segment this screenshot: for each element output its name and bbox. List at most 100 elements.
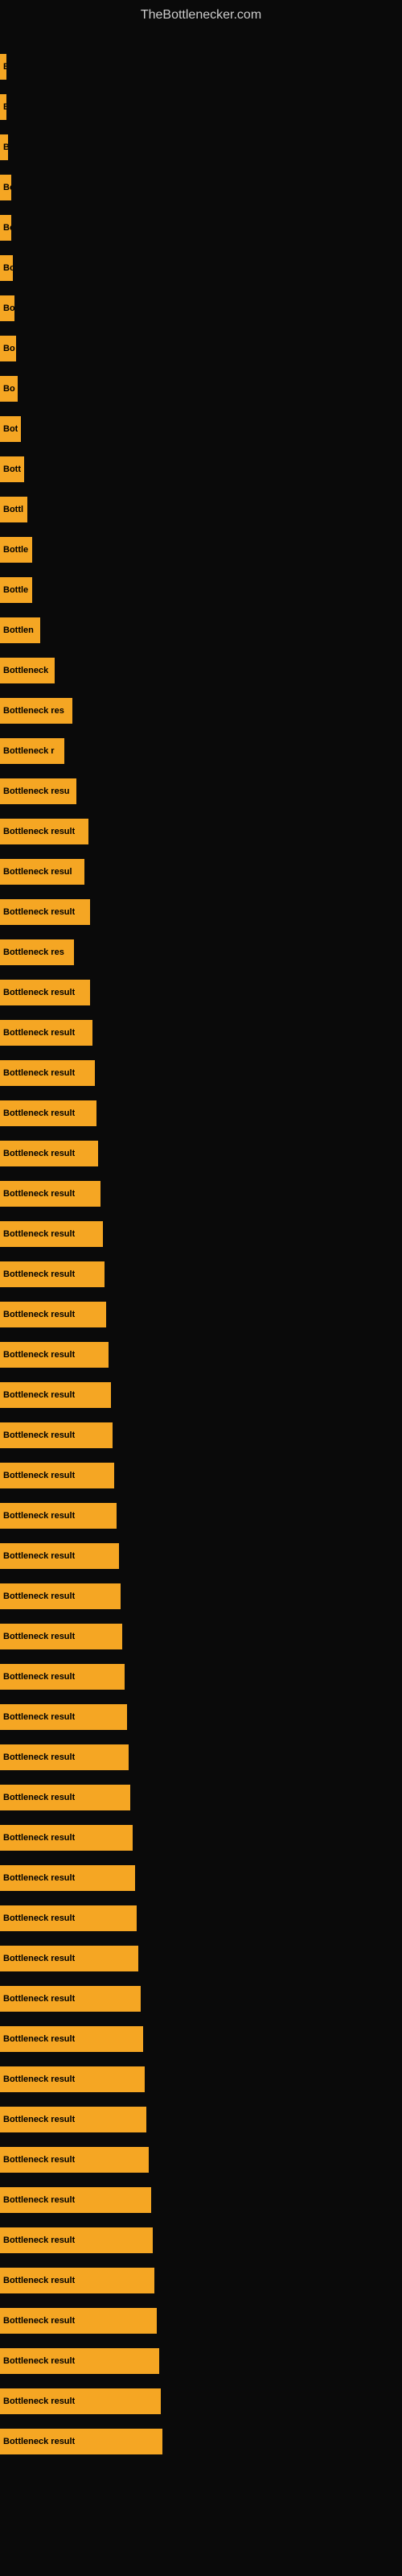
bar: Bottleneck result [0,1100,96,1126]
bar-row: Bottleneck result [0,1536,402,1576]
bar-label: Bottleneck result [3,2034,75,2044]
bar-row: Bottleneck result [0,1737,402,1777]
bar-label: Bottleneck result [3,827,75,836]
bar: Bottleneck resul [0,859,84,885]
bar: Bottleneck result [0,1865,135,1891]
bar-label: Bottleneck result [3,1350,75,1360]
bar-label: Bottleneck result [3,2356,75,2366]
bar-row: Bo [0,167,402,208]
bar: Bottle [0,537,32,563]
bar: Bottleneck result [0,1986,141,2012]
bar: B [0,94,6,120]
bar: Bottleneck [0,658,55,683]
bar-label: Bottleneck result [3,1189,75,1199]
bar-label: Bottleneck [3,666,48,675]
bar-label: Bottlen [3,625,34,635]
bar: Bottleneck result [0,819,88,844]
bar-label: Bottleneck result [3,2437,75,2446]
bar-label: Bottleneck result [3,1632,75,1641]
bar: Bottleneck result [0,2388,161,2414]
bar-label: Bottleneck result [3,2396,75,2406]
bar-row: Bottlen [0,610,402,650]
bar-row: Bot [0,409,402,449]
bar-label: Bottleneck result [3,2074,75,2084]
bar-label: Bottleneck result [3,1712,75,1722]
bar-row: Bottleneck result [0,2341,402,2381]
bar-row: Bottleneck result [0,1777,402,1818]
bar: Bo [0,175,11,200]
bar: Bo [0,215,11,241]
bar-row: Bottleneck [0,650,402,691]
bar-row: Bottleneck result [0,2421,402,2462]
bar-label: Bottleneck result [3,1511,75,1521]
bar-row: Bottleneck result [0,2381,402,2421]
bar: Bottleneck res [0,939,74,965]
bar-label: Bottl [3,505,23,514]
bar-label: Bo [3,263,13,273]
bar-row: Bottleneck result [0,2301,402,2341]
bar-label: Bottleneck result [3,1672,75,1682]
bar-label: Bo [3,183,11,192]
bar: B [0,54,6,80]
bar-label: Bottleneck resu [3,786,70,796]
bar: Bottleneck result [0,1785,130,1810]
bar-row: B [0,47,402,87]
bar: Bottleneck result [0,2429,162,2454]
bar: Bottleneck result [0,1905,137,1931]
bar-row: Bo [0,369,402,409]
bar-row: Bottleneck result [0,892,402,932]
bar-row: Bottleneck result [0,1818,402,1858]
bar: Bottle [0,577,32,603]
bar-row: Bottleneck result [0,1013,402,1053]
bar-label: Bottle [3,545,28,555]
bar-row: Bottleneck result [0,1979,402,2019]
bar: Bottleneck result [0,1946,138,1971]
bar-label: Bottleneck result [3,1108,75,1118]
bar: Bottleneck result [0,1060,95,1086]
bar-row: Bottleneck result [0,2220,402,2260]
bar-row: Bottleneck resul [0,852,402,892]
bar-row: Bottleneck result [0,1174,402,1214]
bar-label: Bo [3,303,14,313]
bar-row: Bottleneck result [0,1415,402,1455]
bar-row: Bott [0,449,402,489]
bar: Bottleneck result [0,2147,149,2173]
bar-row: Bottleneck result [0,1938,402,1979]
bar-row: B [0,127,402,167]
bar: Bottleneck result [0,1181,100,1207]
bar-row: Bottleneck result [0,1294,402,1335]
bar: Bottleneck result [0,1141,98,1166]
bar: Bottlen [0,617,40,643]
bar-row: Bottleneck result [0,2140,402,2180]
bar-label: Bottleneck r [3,746,55,756]
bar-label: Bottleneck result [3,2316,75,2326]
bar-row: Bottleneck result [0,1616,402,1657]
bar-row: Bottleneck result [0,1697,402,1737]
bar-row: Bottleneck result [0,811,402,852]
bar-row: Bottleneck result [0,1898,402,1938]
bar-row: Bottleneck result [0,2059,402,2099]
bar: Bottleneck result [0,1825,133,1851]
bar-label: Bottleneck result [3,1028,75,1038]
bar-row: Bo [0,248,402,288]
bar-row: Bottleneck result [0,1335,402,1375]
bar: Bottleneck result [0,2187,151,2213]
bar-label: Bottleneck result [3,1269,75,1279]
bar: Bottleneck result [0,1422,113,1448]
bar: Bottleneck result [0,2227,153,2253]
bar: Bottleneck result [0,1463,114,1488]
bar: Bot [0,416,21,442]
bar-label: Bo [3,344,15,353]
bars-container: BBBBoBoBoBoBoBoBotBottBottlBottleBottleB… [0,39,402,2470]
bar: B [0,134,8,160]
bar-row: Bottleneck result [0,1093,402,1133]
bar-row: Bottleneck result [0,1657,402,1697]
bar: Bottleneck result [0,2107,146,2132]
bar: Bottleneck result [0,1302,106,1327]
bar-label: Bottleneck result [3,1390,75,1400]
bar-row: Bottl [0,489,402,530]
bar-row: Bottleneck result [0,1858,402,1898]
bar-label: Bottleneck result [3,1471,75,1480]
bar-label: B [3,142,8,152]
bar-row: Bottleneck result [0,1496,402,1536]
